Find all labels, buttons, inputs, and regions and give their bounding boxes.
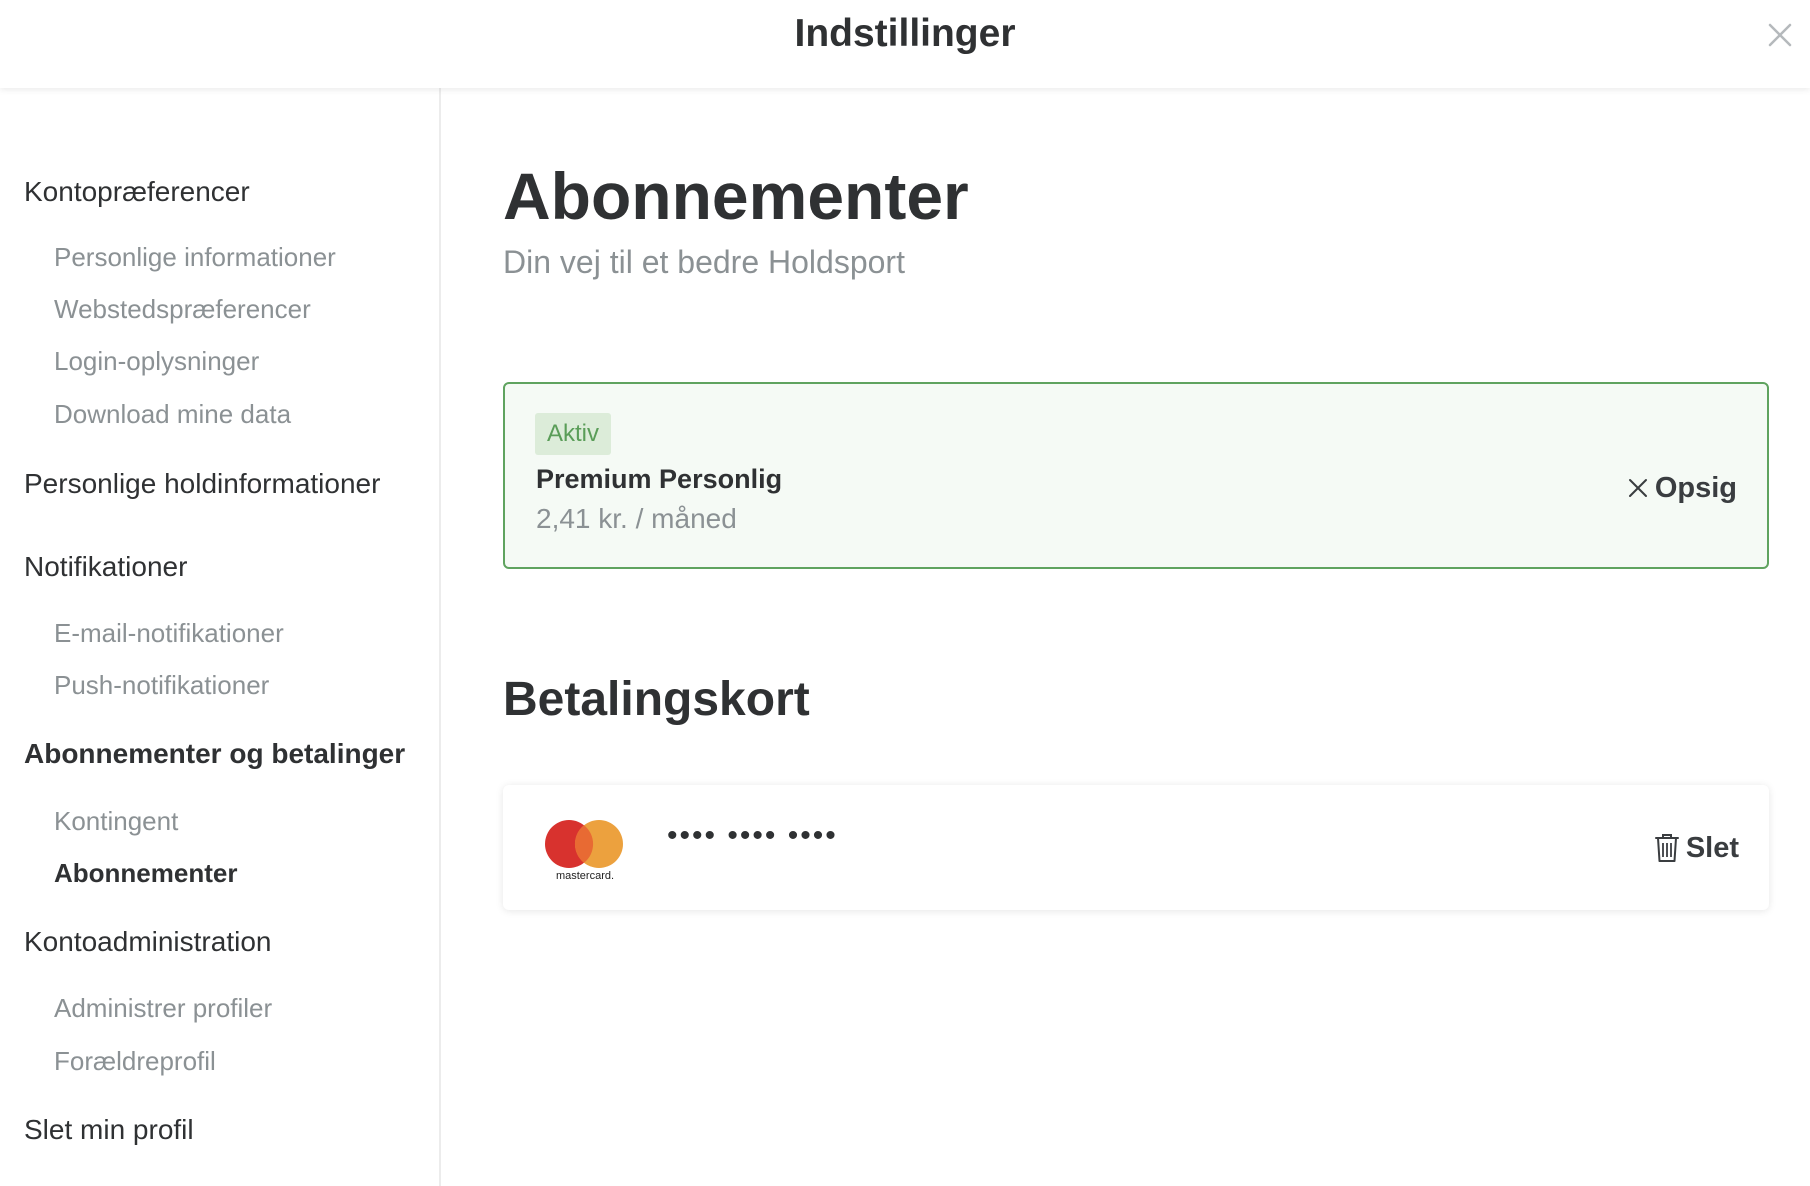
cancel-subscription-button[interactable]: Opsig — [1625, 470, 1737, 506]
sidebar-item-site-preferences[interactable]: Webstedspræferencer — [54, 294, 311, 325]
status-badge: Aktiv — [535, 413, 612, 455]
settings-header: Indstillinger — [0, 0, 1810, 88]
sidebar-item-subscriptions[interactable]: Abonnementer — [54, 858, 237, 889]
x-icon — [1628, 479, 1647, 497]
sidebar-section-account-preferences[interactable]: Kontopræferencer — [24, 176, 250, 208]
page-title: Abonnementer — [503, 159, 969, 233]
close-icon — [1768, 23, 1792, 47]
cancel-label: Opsig — [1654, 471, 1737, 504]
payment-cards-title: Betalingskort — [503, 673, 810, 726]
sidebar-section-notifications[interactable]: Notifikationer — [24, 551, 187, 583]
delete-card-button[interactable]: Slet — [1654, 831, 1739, 865]
mastercard-logo: mastercard. — [545, 820, 623, 882]
sidebar-section-account-admin[interactable]: Kontoadministration — [24, 926, 271, 958]
sidebar-item-personal-info[interactable]: Personlige informationer — [54, 242, 336, 273]
plan-name: Premium Personlig — [536, 464, 783, 494]
settings-sidebar: Kontopræferencer Personlige informatione… — [0, 88, 441, 1186]
sidebar-item-membership-fee[interactable]: Kontingent — [54, 806, 178, 837]
svg-text:mastercard.: mastercard. — [556, 870, 614, 882]
delete-label: Slet — [1685, 831, 1739, 864]
sidebar-section-team-info[interactable]: Personlige holdinformationer — [24, 468, 380, 500]
sidebar-section-subscriptions-payments[interactable]: Abonnementer og betalinger — [24, 738, 405, 770]
sidebar-item-manage-profiles[interactable]: Administrer profiler — [54, 993, 272, 1024]
page-subtitle: Din vej til et bedre Holdsport — [503, 244, 905, 280]
sidebar-item-email-notifications[interactable]: E-mail-notifikationer — [54, 618, 284, 649]
card-number-masked: •••• •••• •••• — [667, 819, 838, 852]
payment-card-row: mastercard. •••• •••• •••• Slet — [503, 785, 1769, 910]
subscription-card: Aktiv Premium Personlig 2,41 kr. / måned… — [503, 382, 1769, 569]
page-header-title: Indstillinger — [794, 12, 1016, 55]
trash-icon — [1654, 834, 1679, 862]
sidebar-item-parent-profile[interactable]: Forældreprofil — [54, 1046, 216, 1077]
plan-price: 2,41 kr. / måned — [536, 503, 737, 534]
sidebar-section-delete-profile[interactable]: Slet min profil — [24, 1114, 194, 1146]
sidebar-item-login-info[interactable]: Login-oplysninger — [54, 346, 259, 377]
close-button[interactable] — [1762, 17, 1798, 53]
sidebar-item-download-data[interactable]: Download mine data — [54, 399, 291, 430]
main-content: Abonnementer Din vej til et bedre Holdsp… — [443, 88, 1810, 1186]
sidebar-item-push-notifications[interactable]: Push-notifikationer — [54, 670, 269, 701]
